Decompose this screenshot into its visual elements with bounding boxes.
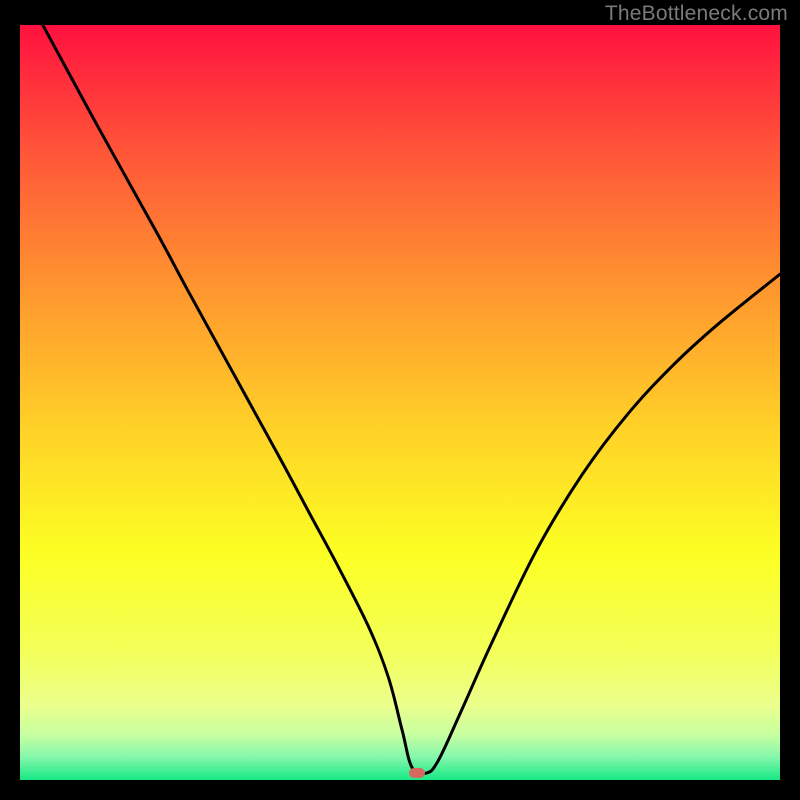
bottleneck-curve [20,25,780,780]
curve-path [43,25,780,774]
plot-area [20,25,780,780]
watermark-text: TheBottleneck.com [605,2,788,26]
optimum-marker [409,768,425,778]
chart-frame: TheBottleneck.com [0,0,800,800]
